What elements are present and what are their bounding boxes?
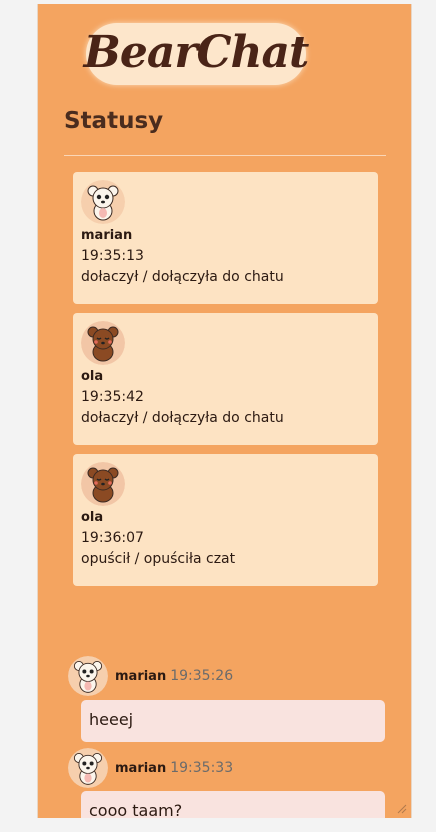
- chat-panel: BearChat Statusy marian 19:35:13 dołaczy…: [37, 4, 412, 818]
- status-username: ola: [81, 369, 104, 384]
- resize-grip-icon[interactable]: [397, 804, 407, 814]
- status-username: marian: [81, 228, 133, 243]
- status-time: 19:36:07: [81, 530, 144, 546]
- status-message: opuścił / opuściła czat: [81, 551, 236, 567]
- message-username: marian: [115, 760, 167, 776]
- message-time: 19:35:26: [170, 668, 234, 684]
- message-time: 19:35:33: [170, 760, 234, 776]
- brown-bear-icon: [81, 462, 125, 506]
- status-card: ola 19:36:07 opuścił / opuściła czat: [73, 454, 378, 586]
- status-username: ola: [81, 510, 104, 525]
- white-bear-icon: [68, 656, 108, 696]
- logo-text: BearChat: [83, 26, 310, 78]
- status-card: marian 19:35:13 dołaczył / dołączyła do …: [73, 172, 378, 304]
- message-bubble: heeej: [81, 700, 385, 742]
- status-time: 19:35:13: [81, 248, 144, 264]
- message-header: marian 19:35:26: [68, 656, 233, 696]
- white-bear-icon: [81, 180, 125, 224]
- message-bubble: cooo taam?: [81, 791, 385, 818]
- message-header: marian 19:35:33: [68, 748, 233, 788]
- status-message: dołaczył / dołączyła do chatu: [81, 269, 284, 285]
- message-username: marian: [115, 668, 167, 684]
- status-message: dołaczył / dołączyła do chatu: [81, 410, 284, 426]
- statuses-heading: Statusy: [64, 108, 164, 134]
- white-bear-icon: [68, 748, 108, 788]
- status-card: ola 19:35:42 dołaczył / dołączyła do cha…: [73, 313, 378, 445]
- status-time: 19:35:42: [81, 389, 144, 405]
- app-logo: BearChat: [83, 23, 310, 85]
- brown-bear-icon: [81, 321, 125, 365]
- divider: [64, 155, 386, 156]
